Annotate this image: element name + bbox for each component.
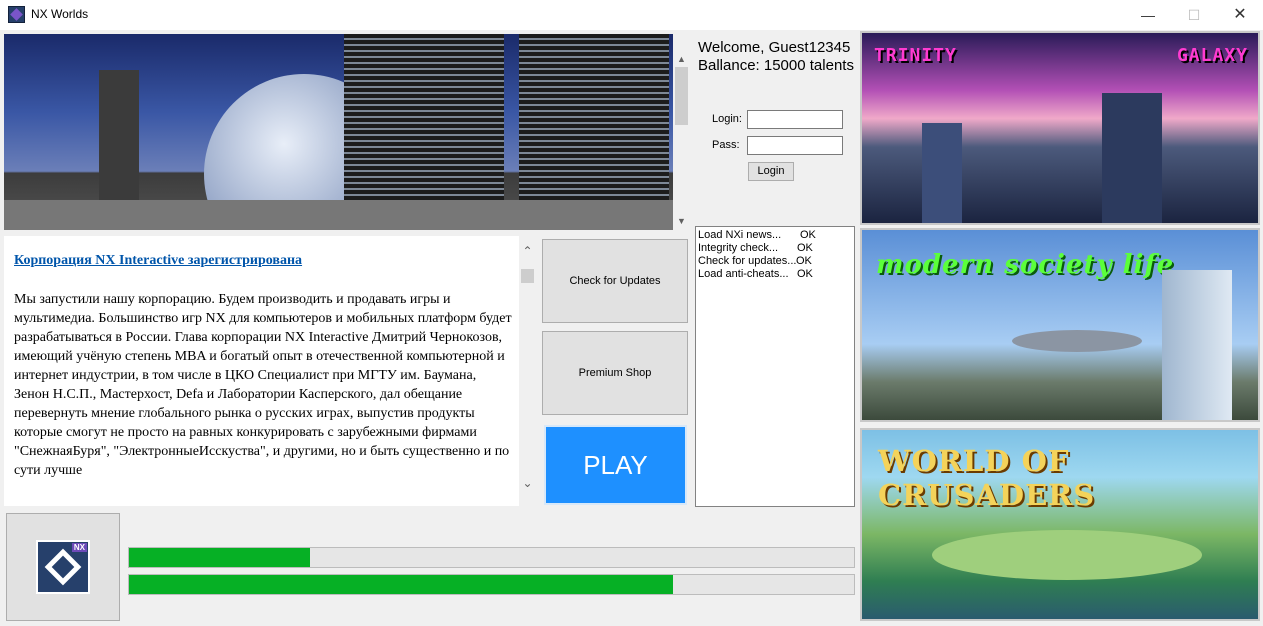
minimize-button[interactable]: — xyxy=(1125,0,1171,30)
password-input[interactable] xyxy=(747,136,843,155)
news-body: Мы запустили нашу корпорацию. Будем прои… xyxy=(14,292,512,478)
scroll-thumb[interactable] xyxy=(675,67,688,125)
log-status: OK xyxy=(800,229,816,241)
game-title: WORLD OF CRUSADERS xyxy=(878,444,1096,512)
news-headline-link[interactable]: Корпорация NX Interactive зарегистрирова… xyxy=(14,253,302,269)
game-tile-world-of-crusaders[interactable]: WORLD OF CRUSADERS xyxy=(860,428,1260,621)
welcome-text: Welcome, Guest12345 xyxy=(698,39,851,56)
banner-image xyxy=(4,34,673,230)
game-title-right: GALAXY xyxy=(1176,45,1248,66)
scroll-up-icon[interactable]: ⌃ xyxy=(519,244,536,258)
login-button[interactable]: Login xyxy=(748,162,794,181)
app-icon xyxy=(8,6,25,23)
island-image xyxy=(932,530,1202,580)
login-label: Login: xyxy=(712,113,742,125)
scroll-down-icon[interactable]: ▼ xyxy=(673,216,690,226)
progress-fill xyxy=(129,575,673,594)
progress-bar-1 xyxy=(128,547,855,568)
title-bar: NX Worlds — ☐ ✕ xyxy=(0,0,1263,30)
scroll-up-icon[interactable]: ▲ xyxy=(673,54,690,64)
window-title: NX Worlds xyxy=(31,7,89,21)
log-status: OK xyxy=(796,255,812,267)
building-image xyxy=(1102,93,1162,223)
progress-bar-2 xyxy=(128,574,855,595)
log-status: OK xyxy=(797,242,813,254)
log-row: Integrity check... OK xyxy=(698,242,852,255)
welcome-block: Welcome, Guest12345 Ballance: 15000 tale… xyxy=(698,39,854,75)
nx-logo-icon: NX xyxy=(36,540,90,594)
game-title: modern society life xyxy=(876,250,1175,280)
airship-image xyxy=(1012,330,1142,352)
news-panel: Корпорация NX Interactive зарегистрирова… xyxy=(4,236,519,506)
log-row: Check for updates... OK xyxy=(698,255,852,268)
log-task: Integrity check... xyxy=(698,242,779,254)
banner-scrollbar[interactable]: ▲ ▼ xyxy=(673,34,690,230)
log-row: Load anti-cheats... OK xyxy=(698,268,852,281)
premium-shop-button[interactable]: Premium Shop xyxy=(542,331,688,415)
status-log: Load NXi news... OK Integrity check... OK … xyxy=(695,226,855,507)
game-tile-trinity-galaxy[interactable]: TRINITY GALAXY xyxy=(860,31,1260,225)
balance-text: Ballance: 15000 talents xyxy=(698,57,854,74)
check-updates-button[interactable]: Check for Updates xyxy=(542,239,688,323)
log-task: Check for updates... xyxy=(698,255,797,267)
close-button[interactable]: ✕ xyxy=(1217,0,1263,30)
game-title-left: TRINITY xyxy=(874,45,957,66)
login-input[interactable] xyxy=(747,110,843,129)
maximize-button[interactable]: ☐ xyxy=(1171,0,1217,30)
ground-image xyxy=(4,200,673,230)
log-row: Load NXi news... OK xyxy=(698,229,852,242)
log-task: Load anti-cheats... xyxy=(698,268,789,280)
progress-fill xyxy=(129,548,311,567)
pass-label: Pass: xyxy=(712,139,740,151)
logo-badge: NX xyxy=(71,543,87,552)
building-image xyxy=(1162,270,1232,420)
news-scrollbar[interactable]: ⌃ ⌄ xyxy=(519,236,536,506)
game-tile-modern-society-life[interactable]: modern society life xyxy=(860,228,1260,422)
scroll-thumb[interactable] xyxy=(521,269,534,283)
log-status: OK xyxy=(797,268,813,280)
scroll-down-icon[interactable]: ⌄ xyxy=(519,476,536,490)
building-image xyxy=(922,123,962,223)
logo-box: NX xyxy=(6,513,120,621)
log-task: Load NXi news... xyxy=(698,229,782,241)
play-button[interactable]: PLAY xyxy=(544,425,687,505)
